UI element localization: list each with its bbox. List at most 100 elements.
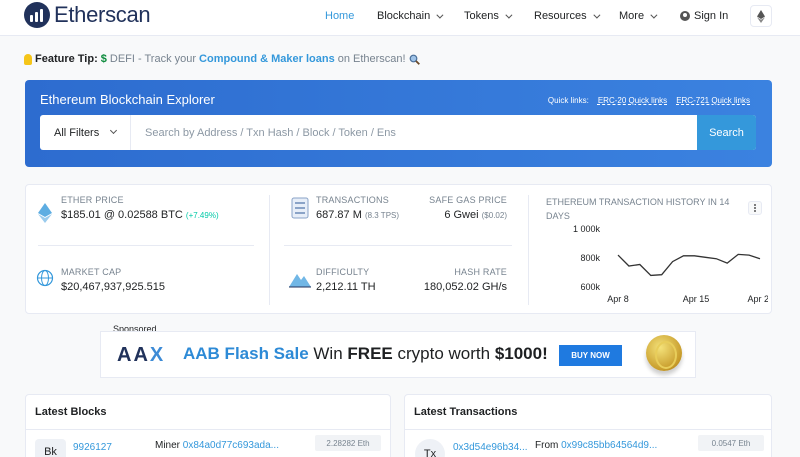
nav-resources[interactable]: Resources xyxy=(534,0,601,32)
divider xyxy=(269,195,270,305)
network-switch-button[interactable] xyxy=(750,5,772,27)
nav-blockchain[interactable]: Blockchain xyxy=(377,0,444,32)
ethereum-icon xyxy=(757,9,765,23)
difficulty-value: 2,212.11 TH xyxy=(316,281,376,293)
mountain-icon xyxy=(289,274,311,288)
from-label: From xyxy=(535,440,559,451)
nav-home-label: Home xyxy=(325,10,355,22)
hash-rate-label: HASH RATE xyxy=(454,267,507,277)
miner-address-link[interactable]: 0x84a0d77c693ada... xyxy=(183,440,279,451)
sign-in-label: Sign In xyxy=(694,10,729,22)
from-address-link[interactable]: 0x99c85bb64564d9... xyxy=(561,440,657,451)
transactions-tps: (8.3 TPS) xyxy=(364,211,400,220)
latest-blocks-title: Latest Blocks xyxy=(35,406,107,418)
chart-y-tick-label: 600k xyxy=(580,282,600,292)
buy-now-button[interactable]: BUY NOW xyxy=(559,345,622,366)
chart-menu-button[interactable] xyxy=(748,201,762,215)
divider xyxy=(26,429,390,430)
ad-headline-1: Win xyxy=(313,344,343,363)
ether-price-change: (+7.49%) xyxy=(185,211,219,220)
quick-links: Quick links: ERC-20 Quick links ERC-721 … xyxy=(548,96,750,105)
feature-tip-defi: DEFI xyxy=(109,53,135,65)
nav-more[interactable]: More xyxy=(619,0,658,32)
ether-price-value[interactable]: $185.01 @ 0.02588 BTC xyxy=(61,209,183,221)
ether-price-stat: ETHER PRICE $185.01 @ 0.02588 BTC (+7.49… xyxy=(61,195,219,221)
aax-logo: AAX xyxy=(117,344,165,367)
lightbulb-icon xyxy=(24,53,32,65)
divider xyxy=(284,245,512,246)
ad-headline-amount: $1000! xyxy=(494,344,548,363)
block-number-link[interactable]: 9926127 xyxy=(73,442,112,453)
nav-more-label: More xyxy=(619,10,645,22)
transactions-value[interactable]: 687.87 M xyxy=(316,209,362,221)
network-stats-card: ETHER PRICE $185.01 @ 0.02588 BTC (+7.49… xyxy=(25,184,772,314)
chevron-down-icon xyxy=(592,11,601,19)
chevron-down-icon xyxy=(436,11,444,19)
filter-label: All Filters xyxy=(54,126,100,139)
sign-in-link[interactable]: Sign In xyxy=(680,0,728,32)
aax-logo-x: X xyxy=(149,344,166,366)
chart-x-tick-label: Apr 8 xyxy=(607,294,629,304)
feature-tip-suffix: on Etherscan! xyxy=(337,53,406,65)
chevron-down-icon xyxy=(505,11,513,19)
hash-rate-value: 180,052.02 GH/s xyxy=(423,281,507,293)
erc20-quick-link[interactable]: ERC-20 Quick links xyxy=(598,96,667,105)
chevron-down-icon xyxy=(650,11,658,19)
transactions-stat: TRANSACTIONS 687.87 M (8.3 TPS) xyxy=(316,195,399,221)
hash-rate-stat: HASH RATE 180,052.02 GH/s xyxy=(424,267,507,293)
coin-icon xyxy=(646,335,682,371)
difficulty-stat: DIFFICULTY 2,212.11 TH xyxy=(316,267,376,293)
transaction-history-chart: 600k 800k 1 000k Apr 8 Apr 15 Apr 22 xyxy=(573,224,768,304)
magnifier-icon xyxy=(409,54,420,65)
feature-tip-middle: - Track your xyxy=(137,53,197,65)
difficulty-label: DIFFICULTY xyxy=(316,267,370,277)
logo-text: Etherscan xyxy=(54,2,151,27)
search-bar: All Filters Search xyxy=(40,115,756,150)
nav-blockchain-label: Blockchain xyxy=(377,10,431,22)
latest-transactions-card: Latest Transactions Tx 0x3d54e96b34... F… xyxy=(404,394,772,457)
chart-y-tick-label: 1 000k xyxy=(573,224,601,234)
feature-tip-prefix: Feature Tip: xyxy=(35,53,98,65)
chart-series-line xyxy=(617,253,761,277)
filter-dropdown[interactable]: All Filters xyxy=(40,115,131,150)
top-navbar: Etherscan Home Blockchain Tokens Resourc… xyxy=(0,0,800,36)
miner-label: Miner xyxy=(155,440,181,451)
chart-x-tick-label: Apr 22 xyxy=(747,294,768,304)
tx-from: From 0x99c85bb64564d9... xyxy=(535,440,657,451)
hero-title: Ethereum Blockchain Explorer xyxy=(40,92,215,107)
ad-headline-blue: AAB Flash Sale xyxy=(183,344,309,363)
divider xyxy=(528,195,529,305)
gas-price-stat: SAFE GAS PRICE 6 Gwei ($0.02) xyxy=(429,195,507,221)
search-input[interactable] xyxy=(131,115,697,150)
market-cap-label: MARKET CAP xyxy=(61,267,122,277)
gas-price-label: SAFE GAS PRICE xyxy=(429,195,507,205)
tx-hash-link[interactable]: 0x3d54e96b34... xyxy=(453,442,528,453)
etherscan-logo[interactable]: Etherscan xyxy=(24,2,151,28)
server-icon xyxy=(291,197,309,219)
gas-price-value[interactable]: 6 Gwei xyxy=(444,209,478,221)
block-miner: Miner 0x84a0d77c693ada... xyxy=(155,440,279,451)
nav-home[interactable]: Home xyxy=(325,0,354,32)
ether-icon xyxy=(38,203,52,223)
hero-search-panel: Ethereum Blockchain Explorer Quick links… xyxy=(25,80,772,167)
dollar-icon: $ xyxy=(100,53,107,65)
divider xyxy=(38,245,254,246)
search-button[interactable]: Search xyxy=(697,115,756,150)
chevron-down-icon xyxy=(109,126,118,135)
sponsored-banner[interactable]: AAX AAB Flash Sale Win FREE crypto worth… xyxy=(100,331,696,378)
erc721-quick-link[interactable]: ERC-721 Quick links xyxy=(676,96,750,105)
ad-headline-2: crypto worth xyxy=(397,344,491,363)
ad-headline-bold: FREE xyxy=(347,344,393,363)
divider xyxy=(405,429,771,430)
latest-transactions-title: Latest Transactions xyxy=(414,406,518,418)
chart-y-tick-label: 800k xyxy=(580,253,600,263)
block-reward: 2.28282 Eth xyxy=(315,435,381,451)
aax-logo-a: AA xyxy=(117,344,150,366)
quick-links-label: Quick links: xyxy=(547,96,589,105)
globe-icon xyxy=(36,269,54,287)
tx-amount: 0.0547 Eth xyxy=(698,435,764,451)
nav-resources-label: Resources xyxy=(534,10,587,22)
nav-tokens[interactable]: Tokens xyxy=(464,0,513,32)
compound-maker-link[interactable]: Compound & Maker loans xyxy=(199,53,335,65)
latest-blocks-card: Latest Blocks Bk 9926127 Miner 0x84a0d77… xyxy=(25,394,391,457)
